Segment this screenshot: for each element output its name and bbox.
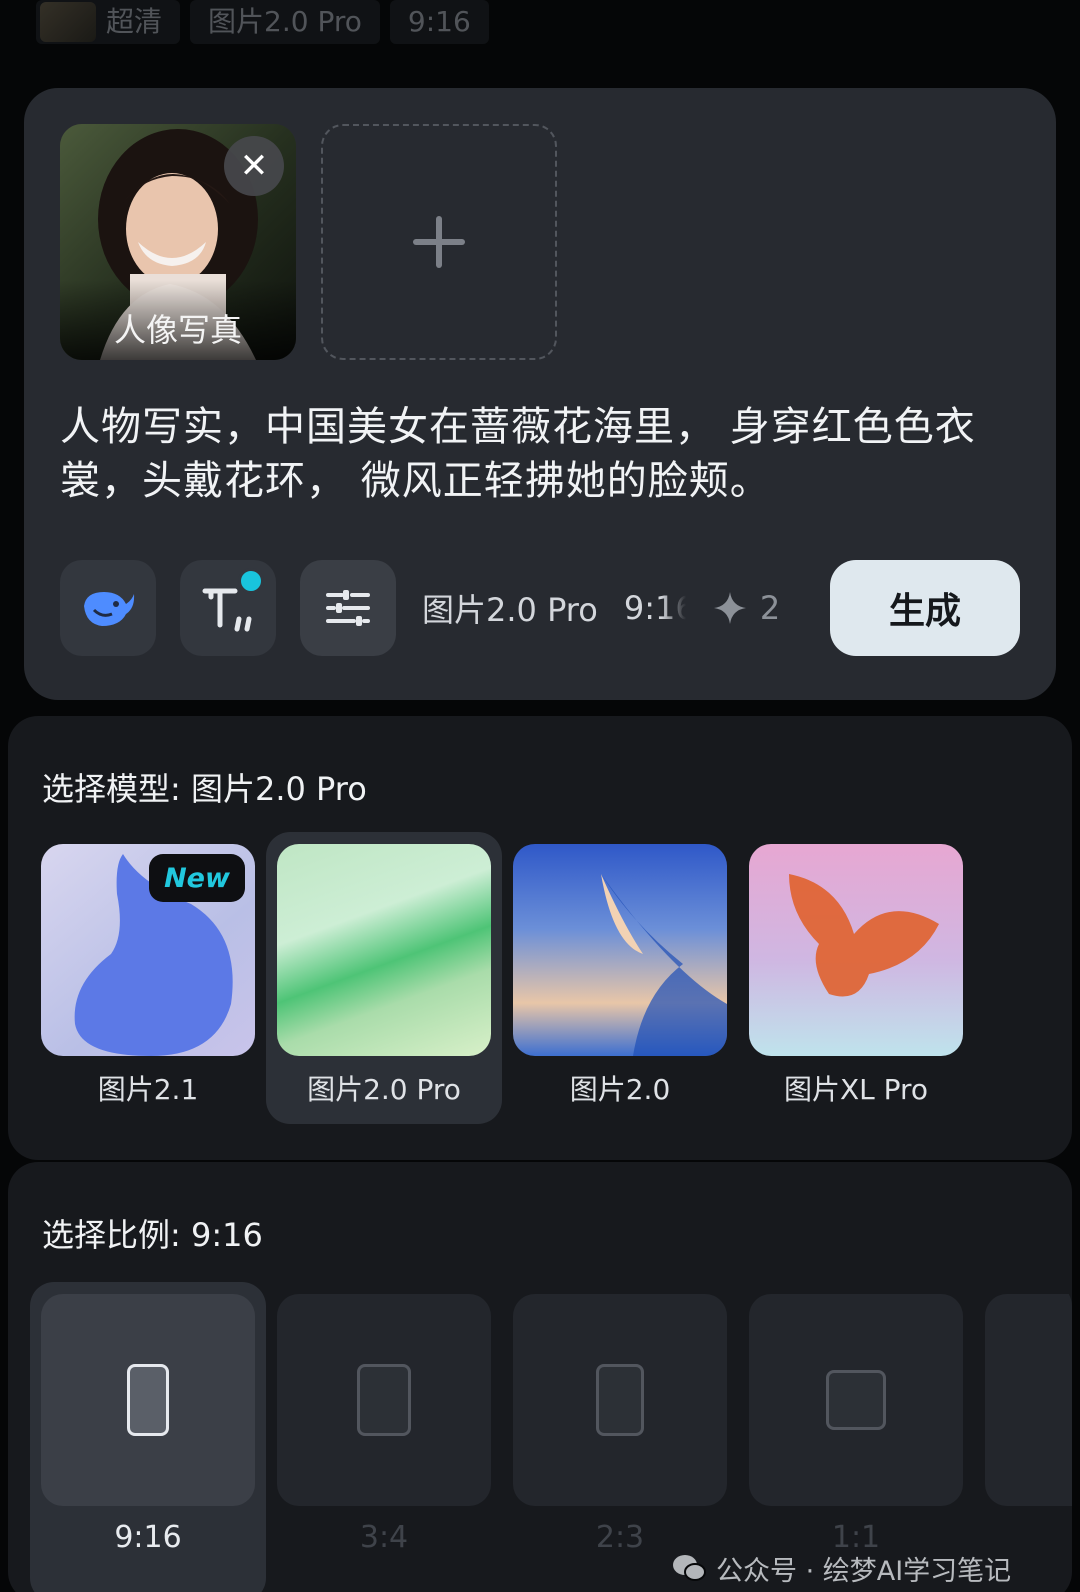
ratio-panel-title: 选择比例: 9:16 [42,1216,263,1254]
ratio-preview [277,1294,491,1506]
prompt-text-input[interactable]: 人物写实，中国美女在蔷薇花海里， 身穿红色色衣裳，头戴花环， 微风正轻拂她的脸颊… [60,400,1020,508]
model-option-2-1[interactable]: New 图片2.1 [30,832,266,1124]
model-chip-label: 图片2.0 Pro [208,5,362,38]
ratio-preview [749,1294,963,1506]
wechat-icon [673,1555,706,1581]
deepseek-whale-icon [84,592,135,626]
reference-mini-thumbnail [40,2,96,42]
generate-button[interactable]: 生成 [830,560,1020,656]
ratio-option-9-16[interactable]: 9:16 [30,1282,266,1592]
notification-dot [238,568,264,594]
ratio-option-2-3[interactable]: 2:3 [502,1282,738,1592]
prompt-card: 人像写真 ✕ 人物写实，中国美女在蔷薇花海里， 身穿红色色衣裳，头戴花环， 微风… [24,88,1056,700]
current-model-label[interactable]: 图片2.0 Pro [422,585,598,631]
top-settings-strip: 超清 图片2.0 Pro 9:16 [36,0,489,44]
text-style-button[interactable] [180,560,276,656]
model-preview-2-0 [513,844,727,1056]
sliders-icon [326,590,370,626]
watermark: 公众号 · 绘梦AI学习笔记 [672,1548,1011,1588]
model-preview-2-1: New [41,844,255,1056]
ratio-3-4-icon [357,1364,411,1436]
model-option-xl-pro[interactable]: 图片XL Pro [738,832,974,1124]
ratio-chip-label: 9:16 [407,5,471,38]
model-panel-title: 选择模型: 图片2.0 Pro [42,770,367,808]
credit-count: 2 [759,589,781,627]
ratio-option-3-4[interactable]: 3:4 [266,1282,502,1592]
reference-caption: 人像写真 [60,280,296,360]
prompt-toolbar: 图片2.0 Pro 9:16 2 生成 [60,560,1020,656]
add-reference-button[interactable] [321,124,557,360]
model-label: 图片2.1 [97,1073,199,1106]
sparkle-icon [713,592,746,624]
portrait-ratio-icon [127,1364,169,1436]
ratio-preview [41,1294,255,1506]
butterfly-art [789,874,939,997]
remove-reference-button[interactable]: ✕ [224,136,284,196]
settings-button[interactable] [300,560,396,656]
quality-chip[interactable]: 超清 [36,0,181,44]
ratio-selection-panel: 选择比例: 9:16 9:16 3:4 2:3 1:1 [8,1162,1072,1592]
ratio-preview [513,1294,727,1506]
ratio-label: 9:16 [114,1520,182,1555]
ratio-2-3-icon [596,1364,644,1436]
model-preview-xl-pro [749,844,963,1056]
new-badge: New [149,854,245,902]
current-ratio-label[interactable]: 9:16 [624,589,686,627]
model-option-2-0-pro[interactable]: 图片2.0 Pro [266,832,502,1124]
ratio-preview [985,1294,1072,1506]
deepseek-button[interactable] [60,560,156,656]
ratio-option-partial[interactable] [974,1282,1072,1592]
ratio-chip[interactable]: 9:16 [389,0,489,44]
plus-icon [413,216,465,268]
model-label: 图片2.0 [569,1073,671,1106]
credit-cost: 2 [712,589,780,627]
model-preview-2-0-pro [277,844,491,1056]
model-label: 图片2.0 Pro [307,1073,461,1106]
watermark-text: 公众号 · 绘梦AI学习笔记 [716,1555,1012,1587]
model-selection-panel: 选择模型: 图片2.0 Pro New 图片2.1 图片2.0 Pro 图片2.… [8,716,1072,1160]
quality-label: 超清 [106,5,163,38]
ai-image-generator-screen: 超清 图片2.0 Pro 9:16 人像写真 ✕ 人物写实，中国美女在蔷薇花海里… [0,0,1080,1592]
ratio-option-1-1[interactable]: 1:1 [738,1282,974,1592]
model-label: 图片XL Pro [783,1073,929,1106]
ratio-label: 3:4 [359,1520,409,1555]
close-icon: ✕ [239,146,269,186]
model-option-2-0[interactable]: 图片2.0 [502,832,738,1124]
ratio-1-1-icon [826,1370,886,1430]
wave-art [601,874,727,1056]
model-chip[interactable]: 图片2.0 Pro [190,0,380,44]
